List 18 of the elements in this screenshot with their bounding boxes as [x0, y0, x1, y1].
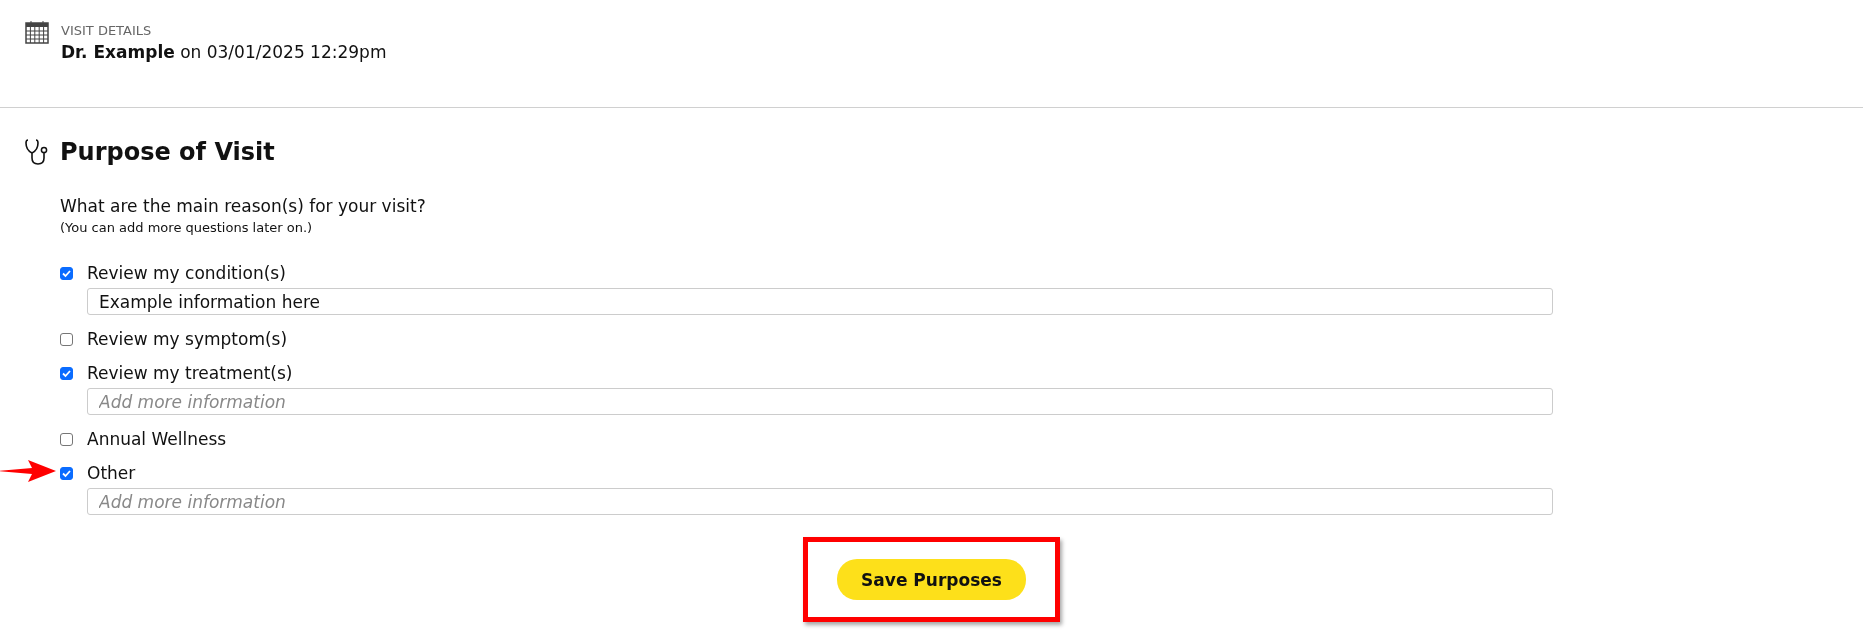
- section-heading: Purpose of Visit: [60, 138, 275, 166]
- visit-summary: Dr. Example on 03/01/2025 12:29pm: [61, 42, 387, 62]
- checkbox-label[interactable]: Review my condition(s): [87, 263, 1838, 283]
- checkbox[interactable]: [60, 433, 73, 446]
- hint-text: (You can add more questions later on.): [60, 220, 314, 235]
- checkbox[interactable]: [60, 267, 73, 280]
- checkbox-label[interactable]: Review my treatment(s): [87, 363, 1838, 383]
- calendar-icon: [25, 20, 49, 44]
- checkbox-label[interactable]: Review my symptom(s): [87, 329, 1838, 349]
- save-button[interactable]: Save Purposes: [837, 559, 1026, 600]
- checkbox-label[interactable]: Other: [87, 463, 1838, 483]
- checkbox[interactable]: [60, 333, 73, 346]
- input-field[interactable]: Example information here: [87, 288, 1553, 315]
- checkbox-label[interactable]: Annual Wellness: [87, 429, 1838, 449]
- checkbox[interactable]: [60, 367, 73, 380]
- question-text: What are the main reason(s) for your visit?: [60, 196, 427, 216]
- section-label: VISIT DETAILS: [61, 23, 153, 38]
- checkbox[interactable]: [60, 467, 73, 480]
